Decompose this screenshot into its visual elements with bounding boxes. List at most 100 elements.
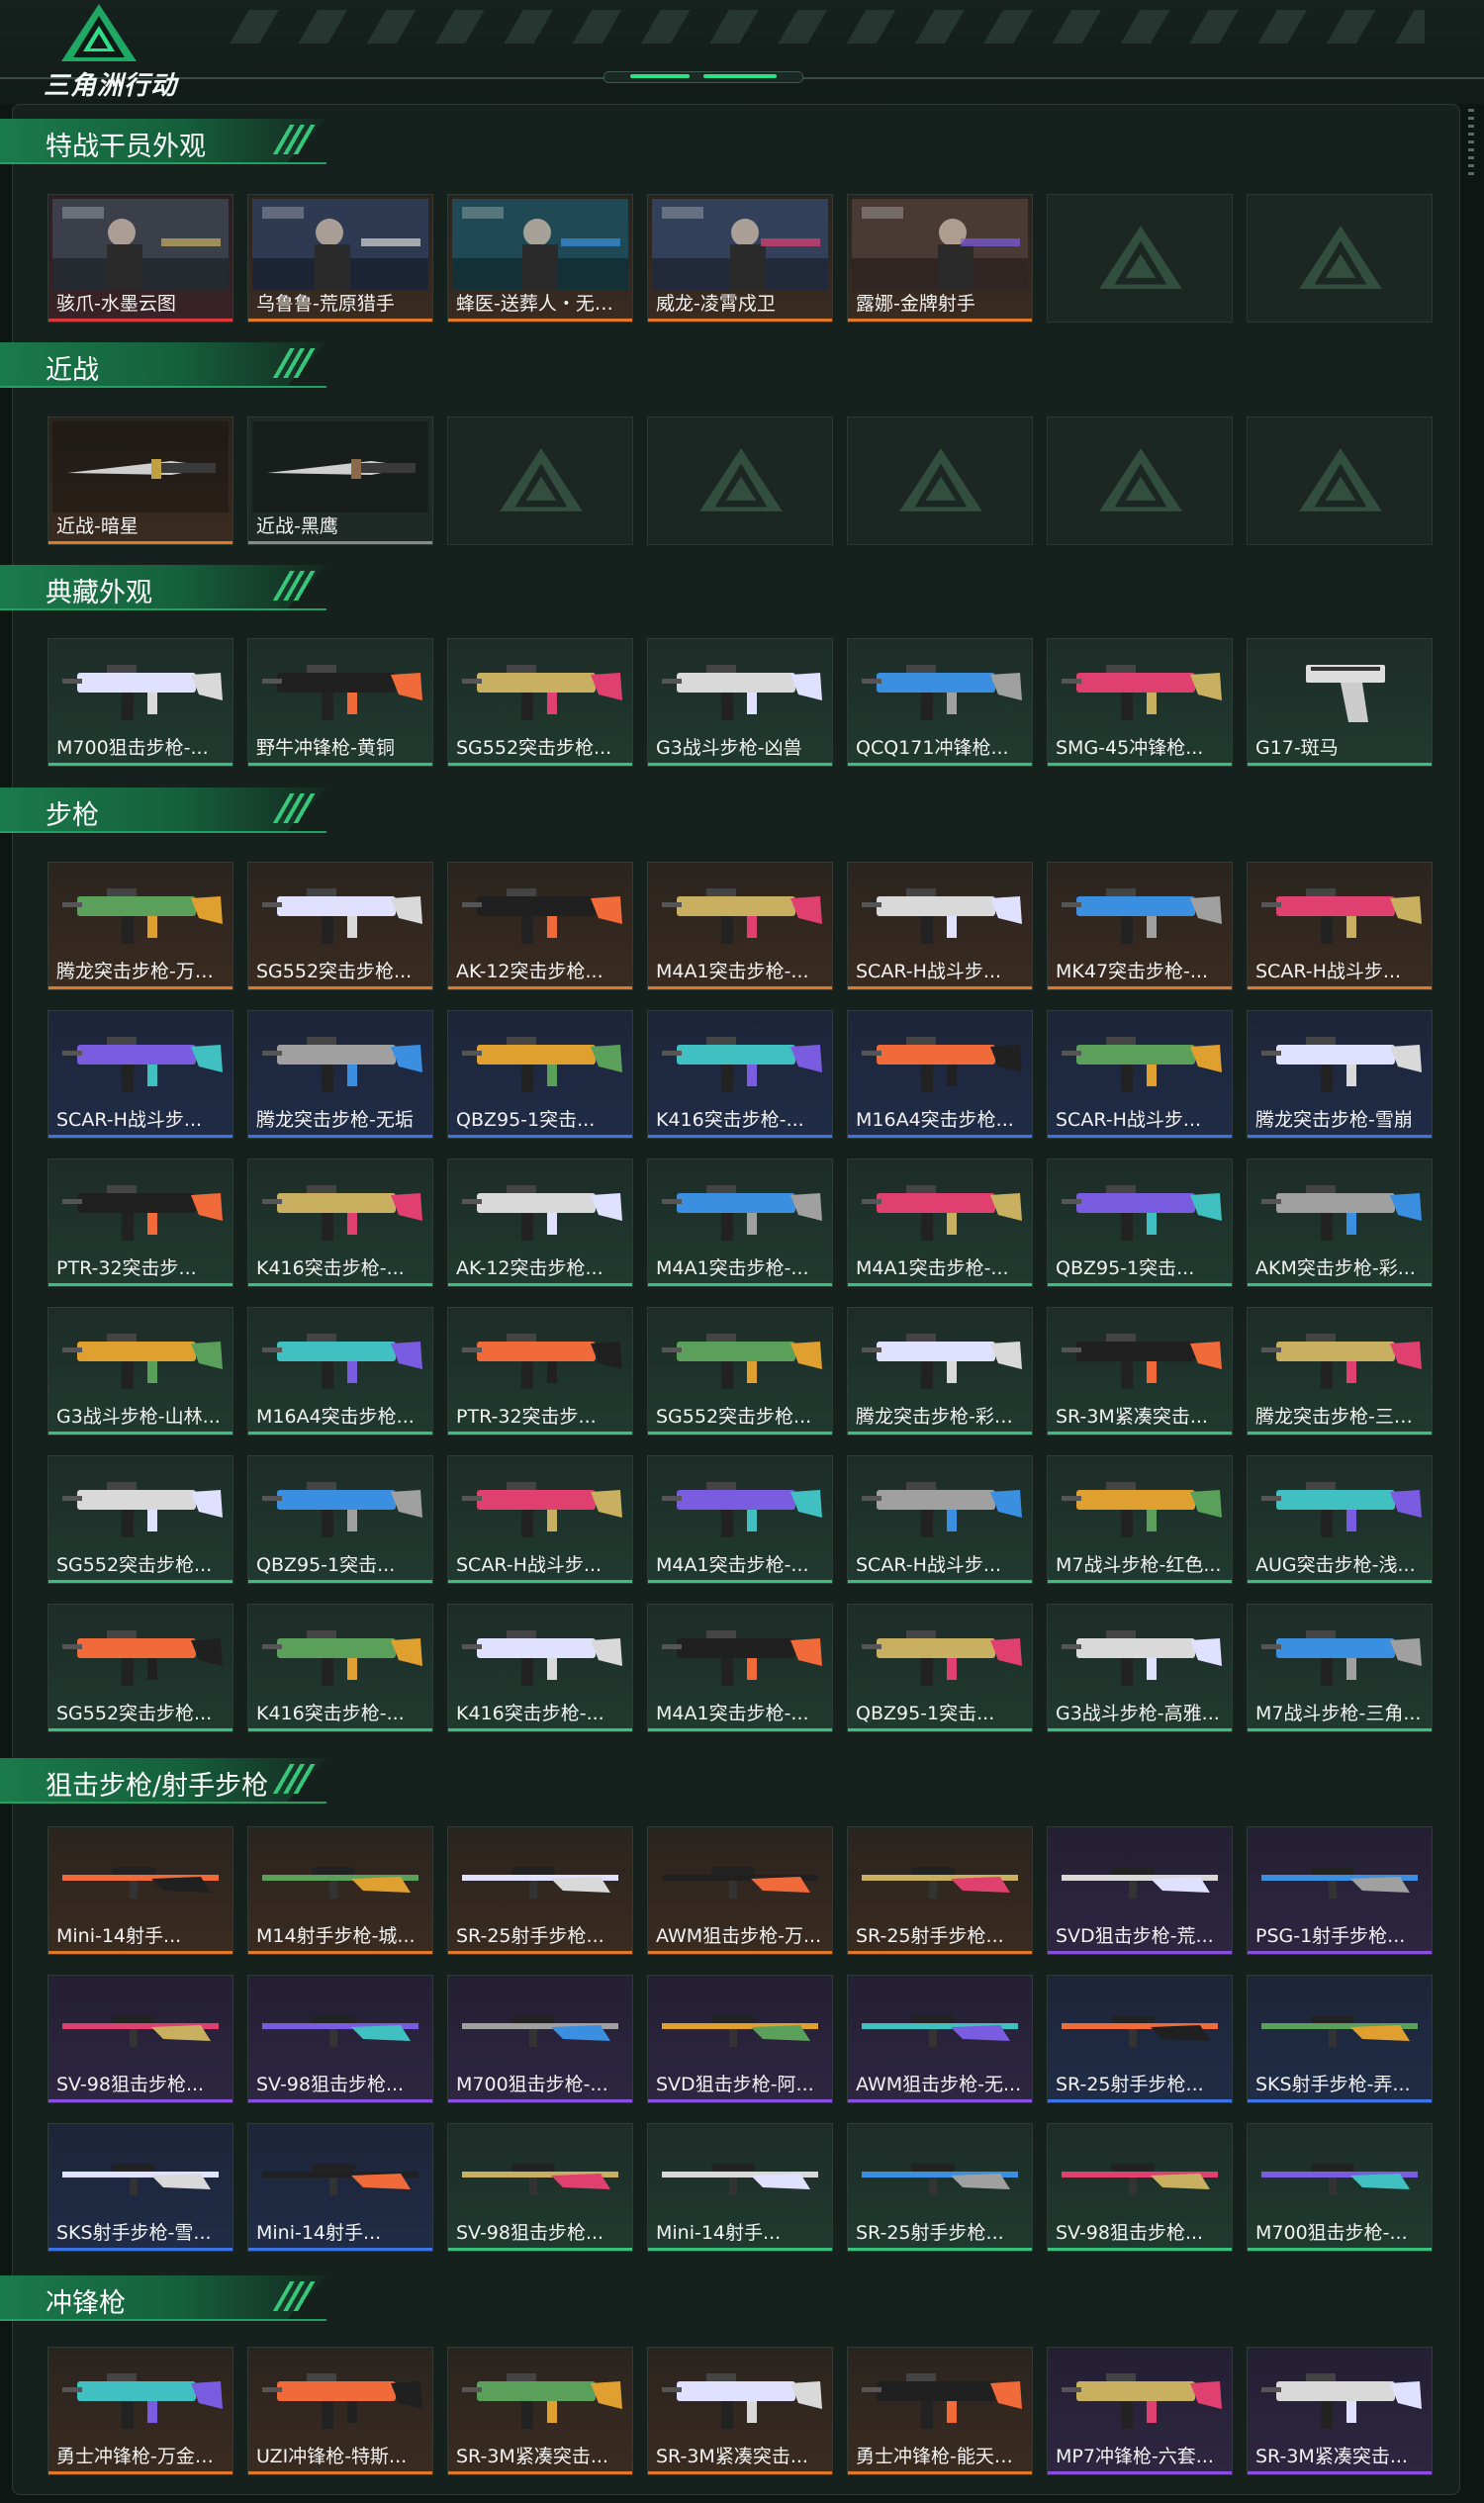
rarity-bar <box>448 1951 632 1954</box>
skin-card[interactable]: M4A1突击步枪-... <box>647 1604 833 1732</box>
skin-card[interactable]: AWM狙击步枪-万... <box>647 1826 833 1955</box>
skin-card[interactable]: G3战斗步枪-凶兽 <box>647 638 833 767</box>
skin-card[interactable]: SG552突击步枪... <box>447 638 633 767</box>
skin-card[interactable]: SV-98狙击步枪... <box>47 1975 233 2103</box>
skin-name: SG552突击步枪... <box>456 737 612 759</box>
skin-name: SKS射手步枪-弄... <box>1255 2074 1411 2095</box>
skin-card[interactable]: M4A1突击步枪-... <box>647 1159 833 1287</box>
skin-card[interactable]: M7战斗步枪-红色... <box>1047 1455 1233 1584</box>
skin-card[interactable]: 近战-暗星 <box>47 417 233 545</box>
skin-card[interactable]: UZI冲锋枪-特斯... <box>247 2347 433 2475</box>
skin-card[interactable]: K416突击步枪-... <box>247 1159 433 1287</box>
skin-card[interactable]: SR-25射手步枪... <box>847 2123 1033 2252</box>
rarity-bar <box>48 2471 232 2474</box>
skin-card[interactable]: K416突击步枪-... <box>247 1604 433 1732</box>
skin-card[interactable]: G3战斗步枪-山林... <box>47 1307 233 1436</box>
skin-card[interactable]: SCAR-H战斗步... <box>1047 1010 1233 1139</box>
skin-card[interactable]: 勇士冲锋枪-万金泪... <box>47 2347 233 2475</box>
skin-card[interactable]: AK-12突击步枪... <box>447 1159 633 1287</box>
skin-card[interactable]: SCAR-H战斗步... <box>47 1010 233 1139</box>
item-image <box>1062 2373 1222 2429</box>
skin-card[interactable]: G3战斗步枪-高雅... <box>1047 1604 1233 1732</box>
skin-card[interactable]: Mini-14射手... <box>47 1826 233 1955</box>
skin-card[interactable]: SVD狙击步枪-阿... <box>647 1975 833 2103</box>
skin-card[interactable]: SCAR-H战斗步... <box>1247 862 1433 990</box>
skin-card[interactable]: 腾龙突击步枪-三角... <box>1247 1307 1433 1436</box>
skin-card[interactable]: QBZ95-1突击... <box>247 1455 433 1584</box>
skin-card[interactable]: M7战斗步枪-三角... <box>1247 1604 1433 1732</box>
skin-card[interactable]: AUG突击步枪-浅... <box>1247 1455 1433 1584</box>
skin-card[interactable]: SR-25射手步枪... <box>1047 1975 1233 2103</box>
section-header: 狙击步枪/射手步枪 <box>0 1758 326 1804</box>
skin-name: SV-98狙击步枪... <box>256 2074 405 2095</box>
skin-card[interactable]: M4A1突击步枪-... <box>647 1455 833 1584</box>
skin-card[interactable]: SCAR-H战斗步... <box>447 1455 633 1584</box>
skin-card[interactable]: 骇爪-水墨云图 <box>47 194 233 323</box>
skin-card[interactable]: SR-3M紧凑突击... <box>647 2347 833 2475</box>
skin-card[interactable]: M700狙击步枪-... <box>1247 2123 1433 2252</box>
skin-card[interactable]: SV-98狙击步枪... <box>1047 2123 1233 2252</box>
skin-card[interactable]: G17-斑马 <box>1247 638 1433 767</box>
skin-card[interactable]: SMG-45冲锋枪... <box>1047 638 1233 767</box>
item-image <box>1261 1185 1422 1241</box>
skin-card[interactable]: Mini-14射手... <box>647 2123 833 2252</box>
rarity-bar <box>1248 1951 1432 1954</box>
skin-card[interactable]: SR-3M紧凑突击... <box>447 2347 633 2475</box>
skin-card[interactable]: AKM突击步枪-彩... <box>1247 1159 1433 1287</box>
skin-card[interactable]: 勇士冲锋枪-能天使... <box>847 2347 1033 2475</box>
item-image <box>62 2015 219 2047</box>
scrollbar[interactable] <box>1468 109 1474 178</box>
skin-card[interactable]: 腾龙突击步枪-彩墨... <box>847 1307 1033 1436</box>
skin-card[interactable]: Mini-14射手... <box>247 2123 433 2252</box>
skin-card[interactable]: M14射手步枪-城... <box>247 1826 433 1955</box>
skin-card[interactable]: 腾龙突击步枪-雪崩 <box>1247 1010 1433 1139</box>
item-image <box>62 1630 223 1686</box>
skin-card[interactable]: AK-12突击步枪... <box>447 862 633 990</box>
skin-card[interactable]: SCAR-H战斗步... <box>847 1455 1033 1584</box>
skin-card[interactable]: SV-98狙击步枪... <box>447 2123 633 2252</box>
skin-card[interactable]: SG552突击步枪... <box>47 1455 233 1584</box>
skin-name: 腾龙突击步枪-三角... <box>1255 1406 1430 1428</box>
skin-card[interactable]: QCQ171冲锋枪... <box>847 638 1033 767</box>
skin-card[interactable]: 威龙-凌霄戍卫 <box>647 194 833 323</box>
skin-card[interactable]: SG552突击步枪... <box>647 1307 833 1436</box>
skin-card[interactable]: PTR-32突击步... <box>447 1307 633 1436</box>
skin-card[interactable]: SR-25射手步枪... <box>447 1826 633 1955</box>
skin-card[interactable]: PSG-1射手步枪... <box>1247 1826 1433 1955</box>
skin-card[interactable]: SCAR-H战斗步... <box>847 862 1033 990</box>
skin-card[interactable]: K416突击步枪-... <box>647 1010 833 1139</box>
rarity-bar <box>48 986 232 989</box>
skin-card[interactable]: 蜂医-送葬人・无题... <box>447 194 633 323</box>
skin-card[interactable]: MP7冲锋枪-六套... <box>1047 2347 1233 2475</box>
skin-card[interactable]: MK47突击步枪-... <box>1047 862 1233 990</box>
skin-card[interactable]: SKS射手步枪-雪... <box>47 2123 233 2252</box>
skin-card[interactable]: 野牛冲锋枪-黄铜 <box>247 638 433 767</box>
skin-card[interactable]: SVD狙击步枪-荒... <box>1047 1826 1233 1955</box>
skin-card[interactable]: SV-98狙击步枪... <box>247 1975 433 2103</box>
skin-card[interactable]: M16A4突击步枪... <box>247 1307 433 1436</box>
skin-card[interactable]: QBZ95-1突击... <box>1047 1159 1233 1287</box>
skin-card[interactable]: QBZ95-1突击... <box>847 1604 1033 1732</box>
skin-name: M700狙击步枪-... <box>456 2074 608 2095</box>
skin-card[interactable]: M700狙击步枪-... <box>47 638 233 767</box>
skin-card[interactable]: PTR-32突击步... <box>47 1159 233 1287</box>
skin-card[interactable]: M4A1突击步枪-... <box>647 862 833 990</box>
skin-card[interactable]: QBZ95-1突击... <box>447 1010 633 1139</box>
skin-card[interactable]: SR-3M紧凑突击... <box>1247 2347 1433 2475</box>
skin-card[interactable]: SKS射手步枪-弄... <box>1247 1975 1433 2103</box>
skin-card[interactable]: M700狙击步枪-... <box>447 1975 633 2103</box>
skin-card[interactable]: M4A1突击步枪-... <box>847 1159 1033 1287</box>
skin-card[interactable]: M16A4突击步枪... <box>847 1010 1033 1139</box>
skin-card[interactable]: SR-3M紧凑突击... <box>1047 1307 1233 1436</box>
skin-card[interactable]: SG552突击步枪... <box>47 1604 233 1732</box>
item-image <box>1261 888 1422 944</box>
skin-card[interactable]: 露娜-金牌射手 <box>847 194 1033 323</box>
skin-card[interactable]: 腾龙突击步枪-无垢 <box>247 1010 433 1139</box>
skin-card[interactable]: 近战-黑鹰 <box>247 417 433 545</box>
skin-card[interactable]: AWM狙击步枪-无... <box>847 1975 1033 2103</box>
skin-card[interactable]: SR-25射手步枪... <box>847 1826 1033 1955</box>
skin-card[interactable]: 腾龙突击步枪-万金... <box>47 862 233 990</box>
skin-card[interactable]: SG552突击步枪... <box>247 862 433 990</box>
skin-card[interactable]: K416突击步枪-... <box>447 1604 633 1732</box>
skin-card[interactable]: 乌鲁鲁-荒原猎手 <box>247 194 433 323</box>
